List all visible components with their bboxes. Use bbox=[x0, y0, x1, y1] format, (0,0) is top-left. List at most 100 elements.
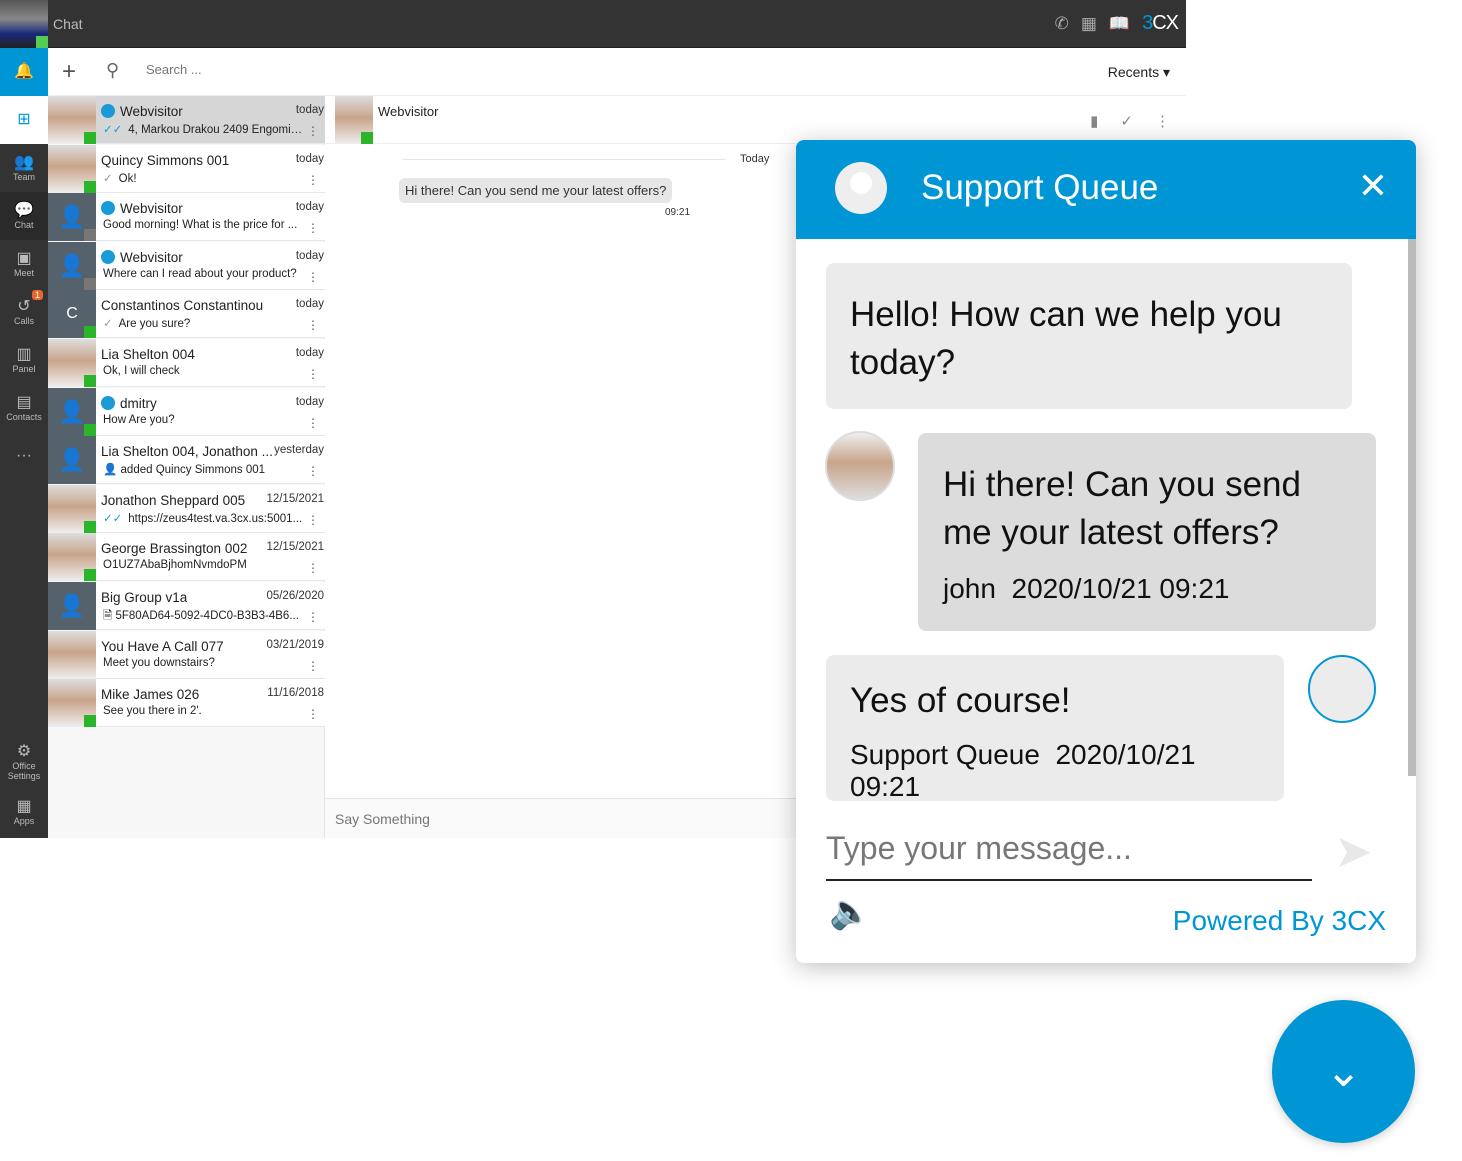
conversation-preview: O1UZ7AbaBjhomNvmdoPM bbox=[103, 559, 247, 572]
more-icon[interactable]: ⋮ bbox=[307, 221, 319, 235]
widget-message-input[interactable]: Type your message... bbox=[826, 825, 1312, 881]
chat-name: Webvisitor bbox=[378, 104, 439, 119]
conversation-item[interactable]: Quincy Simmons 001 today ✓ Ok! ⋮ bbox=[48, 144, 325, 193]
status-indicator bbox=[84, 229, 96, 242]
team-icon: 👥 bbox=[14, 154, 34, 171]
conversation-item[interactable]: Mike James 026 11/16/2018 See you there in… bbox=[48, 679, 325, 728]
check-icon[interactable]: ✓ bbox=[1120, 112, 1133, 130]
nav-item-bell[interactable]: 🔔 bbox=[0, 48, 48, 96]
conversation-item[interactable]: 👤 Big Group v1a 05/26/2020 🗎 5F80AD64-5092-… bbox=[48, 582, 325, 630]
more-icon[interactable]: ⋮ bbox=[307, 561, 319, 575]
qr-code-icon[interactable]: ▦ bbox=[1081, 14, 1097, 34]
avatar bbox=[335, 96, 373, 144]
conversation-preview: Ok! bbox=[118, 172, 137, 185]
send-icon[interactable]: ➤ bbox=[1334, 824, 1373, 878]
conversation-preview: 5F80AD64-5092-4DC0-B3B3-4B6... bbox=[115, 610, 299, 622]
speaker-icon[interactable]: 🔈 bbox=[829, 892, 871, 932]
nav-item-contacts[interactable]: ▤ Contacts bbox=[0, 384, 48, 432]
close-icon[interactable]: ✕ bbox=[1358, 166, 1388, 206]
conversation-name: George Brassington 002 bbox=[101, 541, 248, 557]
more-icon[interactable]: ⋮ bbox=[307, 464, 319, 478]
message-author: Support Queue bbox=[850, 739, 1040, 770]
conversation-date: today bbox=[295, 201, 324, 214]
scrollbar[interactable] bbox=[1408, 239, 1416, 776]
webvisitor-icon bbox=[101, 395, 115, 410]
book-icon[interactable]: 📖 bbox=[1109, 14, 1130, 34]
double-check-icon: ✓✓ bbox=[103, 512, 123, 525]
divider bbox=[403, 159, 725, 160]
conversation-date: today bbox=[295, 249, 324, 262]
queue-avatar bbox=[835, 162, 887, 214]
avatar bbox=[48, 339, 96, 387]
status-indicator bbox=[84, 180, 96, 193]
search-icon[interactable]: ⚲ bbox=[106, 60, 119, 81]
status-indicator bbox=[84, 132, 96, 144]
recents-dropdown[interactable]: Recents ▾ bbox=[1108, 64, 1170, 81]
conversation-preview: Ok, I will check bbox=[103, 365, 180, 377]
more-icon[interactable]: ⋮ bbox=[307, 416, 319, 430]
more-icon[interactable]: ⋮ bbox=[307, 513, 319, 527]
more-icon[interactable]: ⋮ bbox=[307, 610, 319, 624]
nav-item-apps[interactable]: ▦ Apps bbox=[0, 788, 48, 836]
conversation-name: Webvisitor bbox=[120, 249, 183, 265]
more-icon[interactable]: ⋮ bbox=[1155, 112, 1170, 130]
avatar: 👤 bbox=[48, 241, 96, 290]
nav-item-windows[interactable]: ⊞ bbox=[0, 96, 48, 144]
avatar: 👤 bbox=[48, 387, 96, 436]
powered-by-link[interactable]: Powered By 3CX bbox=[1173, 905, 1386, 937]
more-icon: ··· bbox=[16, 447, 32, 464]
conversation-name: You Have A Call 077 bbox=[101, 638, 224, 654]
add-button[interactable]: + bbox=[62, 58, 76, 86]
message-input[interactable] bbox=[335, 811, 516, 827]
more-icon[interactable]: ⋮ bbox=[307, 367, 319, 381]
avatar bbox=[48, 96, 96, 144]
more-icon[interactable]: ⋮ bbox=[307, 124, 319, 138]
status-indicator bbox=[84, 326, 96, 339]
more-icon[interactable]: ⋮ bbox=[307, 173, 319, 187]
more-icon[interactable]: ⋮ bbox=[307, 659, 319, 673]
phone-icon[interactable]: ✆ bbox=[1055, 14, 1069, 34]
minimize-chat-button[interactable]: ⌄ bbox=[1272, 1000, 1415, 1143]
nav-item-chat[interactable]: 💬 Chat bbox=[0, 192, 48, 240]
user-avatar[interactable] bbox=[0, 0, 48, 48]
nav-label: Team bbox=[12, 172, 35, 182]
conversation-preview: Are you sure? bbox=[118, 318, 191, 331]
conversation-item[interactable]: 👤 Webvisitor today Where can I read about y… bbox=[48, 241, 325, 290]
conversation-item[interactable]: You Have A Call 077 03/21/2019 Meet you do… bbox=[48, 630, 325, 679]
message-text: Hello! How can we help you today? bbox=[850, 295, 1282, 382]
nav-item-team[interactable]: 👥 Team bbox=[0, 144, 48, 192]
message-time: 2020/10/21 09:21 bbox=[1011, 573, 1230, 604]
file-icon: 🗎 bbox=[103, 610, 113, 622]
conversation-item[interactable]: C Constantinos Constantinou today ✓ Are you … bbox=[48, 290, 325, 339]
conversation-item[interactable]: 👤 Webvisitor today Good morning! What is th… bbox=[48, 193, 325, 242]
conversation-name: Webvisitor bbox=[120, 104, 183, 119]
nav-item-meet[interactable]: ▣ Meet bbox=[0, 240, 48, 288]
nav-item-calls[interactable]: ↺ Calls 1 bbox=[0, 288, 48, 336]
conversation-item[interactable]: 👤 Lia Shelton 004, Jonathon ... yesterday 👤… bbox=[48, 436, 325, 485]
search-input[interactable] bbox=[146, 62, 346, 77]
message-text: Hi there! Can you send me your latest of… bbox=[943, 465, 1301, 552]
nav-item-more[interactable]: ··· bbox=[0, 432, 48, 480]
conversation-item[interactable]: George Brassington 002 12/15/2021 O1UZ7Aba… bbox=[48, 533, 325, 582]
more-icon[interactable]: ⋮ bbox=[307, 318, 319, 332]
agent-message: Yes of course! Support Queue 2020/10/21 … bbox=[826, 655, 1284, 802]
apps-icon: ▦ bbox=[16, 798, 32, 815]
conversation-name: Mike James 026 bbox=[101, 687, 200, 703]
conversation-date: today bbox=[295, 395, 324, 408]
nav-item-gear[interactable]: ⚙ Office Settings bbox=[0, 738, 48, 786]
conversation-item[interactable]: Webvisitor today ✓✓ 4, Markou Drakou 2409 E… bbox=[48, 96, 325, 144]
more-icon[interactable]: ⋮ bbox=[307, 270, 319, 284]
recents-label: Recents bbox=[1107, 64, 1160, 80]
status-indicator bbox=[36, 36, 48, 48]
more-icon[interactable]: ⋮ bbox=[307, 707, 319, 721]
person-icon: 👤 bbox=[58, 204, 86, 230]
conversation-date: today bbox=[295, 104, 324, 116]
nav-item-panel[interactable]: ▥ Panel bbox=[0, 336, 48, 384]
conversation-item[interactable]: 👤 dmitry today How Are you? ⋮ bbox=[48, 387, 325, 436]
conversation-preview: added Quincy Simmons 001 bbox=[120, 464, 265, 477]
conversation-item[interactable]: Jonathon Sheppard 005 12/15/2021 ✓✓ https:/… bbox=[48, 484, 325, 533]
conversation-date: 12/15/2021 bbox=[266, 541, 324, 554]
transfer-icon[interactable]: ▮ bbox=[1090, 112, 1098, 130]
conversation-item[interactable]: Lia Shelton 004 today Ok, I will check ⋮ bbox=[48, 339, 325, 387]
page-title: Chat bbox=[53, 16, 83, 32]
